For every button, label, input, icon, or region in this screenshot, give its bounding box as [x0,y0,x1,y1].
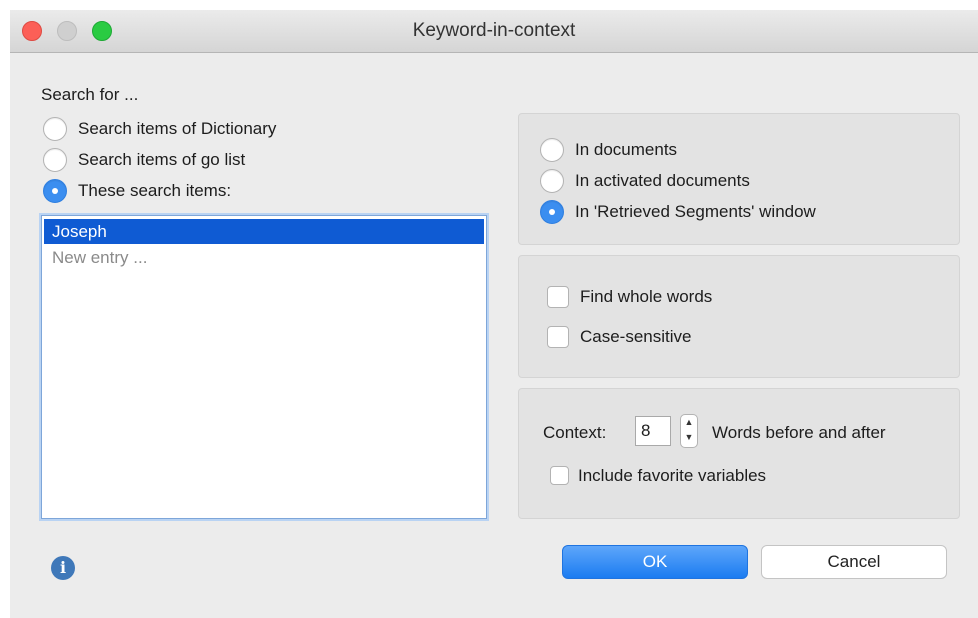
case-sensitive-checkbox[interactable] [547,326,569,348]
case-sensitive-label: Case-sensitive [580,327,692,346]
radio-search-go-list[interactable]: Search items of go list [43,148,343,174]
radio-button[interactable] [43,148,67,172]
radio-button[interactable] [540,169,564,193]
radio-in-documents[interactable]: In documents [540,138,940,164]
find-whole-words-label: Find whole words [580,287,713,306]
radio-label: Search items of Dictionary [78,119,277,138]
radio-label: In documents [575,140,678,159]
radio-button[interactable] [540,200,564,224]
title-bar: Keyword-in-context [10,10,978,53]
context-label: Context: [543,423,607,442]
list-item-selected[interactable]: Joseph [44,219,484,244]
info-icon[interactable]: i [51,556,75,580]
radio-in-activated-documents[interactable]: In activated documents [540,169,940,195]
radio-search-dictionary[interactable]: Search items of Dictionary [43,117,343,143]
include-favorite-variables-label: Include favorite variables [578,466,767,485]
radio-label: Search items of go list [78,150,246,169]
new-entry-placeholder[interactable]: New entry ... [52,248,147,268]
window-title: Keyword-in-context [412,20,576,41]
context-words-field[interactable]: 8 [635,416,671,446]
search-items-list[interactable]: Joseph New entry ... [41,215,487,519]
cancel-button[interactable]: Cancel [761,545,947,579]
radio-label: In activated documents [575,171,750,190]
find-whole-words-checkbox[interactable] [547,286,569,308]
search-heading: Search for ... [41,85,139,104]
scope-panel: In documents In activated documents In '… [518,113,960,245]
radio-button[interactable] [43,179,67,203]
matching-panel: Find whole words Case-sensitive [518,255,960,378]
context-suffix-label: Words before and after [712,423,886,442]
radio-button[interactable] [43,117,67,141]
radio-in-retrieved-segments[interactable]: In 'Retrieved Segments' window [540,200,940,226]
context-panel: Context: 8 ▲ ▼ Words before and after Inc… [518,388,960,519]
ok-button[interactable]: OK [562,545,748,579]
radio-label: In 'Retrieved Segments' window [575,202,816,221]
radio-these-search-items[interactable]: These search items: [43,179,343,205]
include-favorite-variables-checkbox[interactable] [550,466,569,485]
radio-label: These search items: [78,181,232,200]
radio-button[interactable] [540,138,564,162]
dialog-window: Keyword-in-context Search for ... Search… [10,10,978,618]
stepper-icon[interactable]: ▲ ▼ [680,414,698,448]
